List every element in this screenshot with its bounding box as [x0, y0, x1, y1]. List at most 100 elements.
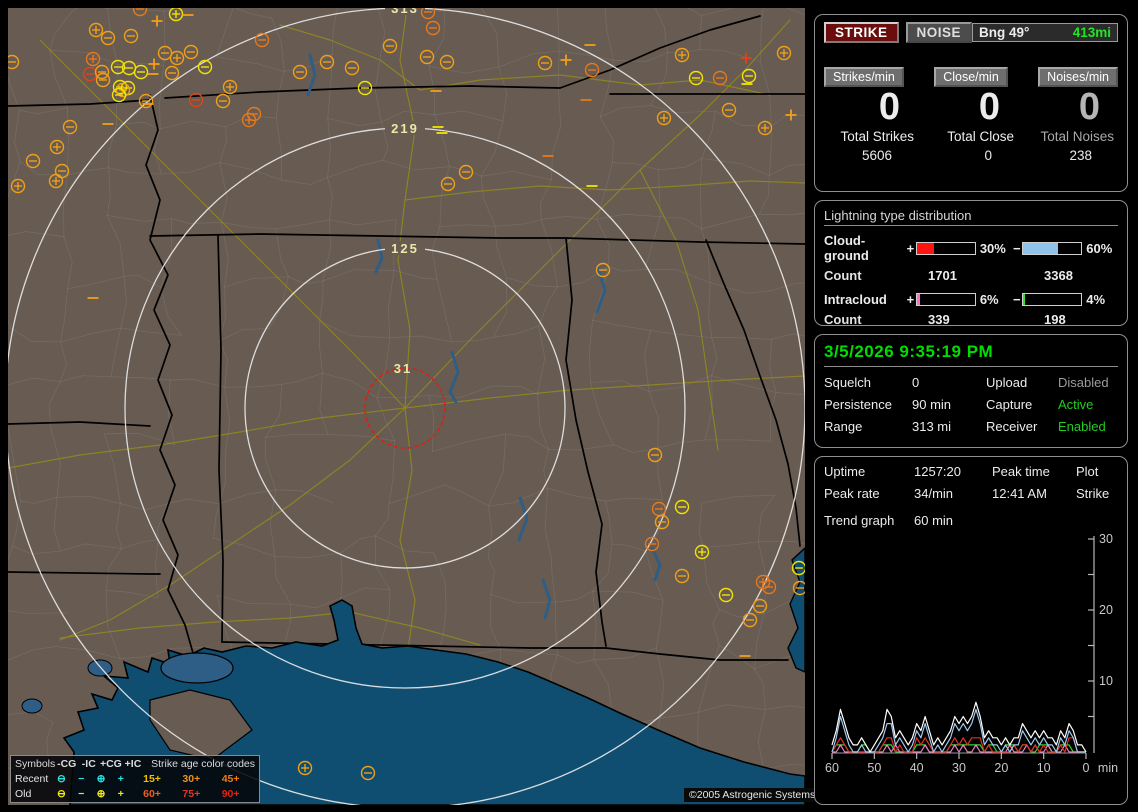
plus-sign: +: [906, 240, 915, 256]
age-code: 75+: [182, 788, 201, 800]
map-legend: Symbols -CG -IC +CG +IC Strike age color…: [10, 755, 260, 803]
noise-mode-button[interactable]: NOISE: [905, 22, 973, 43]
uptime-value: 1257:20: [914, 464, 961, 479]
ic-positive-bar: [915, 293, 976, 306]
session-panel: Uptime 1257:20 Peak time Plot Peak rate …: [814, 456, 1128, 805]
ic-positive-percent: 6%: [979, 292, 999, 307]
counters-panel: STRIKE NOISE Bng 49° 413mi Strikes/min C…: [814, 14, 1128, 192]
svg-text:min: min: [1098, 761, 1118, 775]
total-close-label: Total Close: [947, 129, 1014, 144]
total-strikes-value: 5606: [861, 148, 892, 163]
noises-per-min-button[interactable]: Noises/min: [1038, 67, 1118, 87]
noises-rate-value: 0: [1078, 86, 1100, 128]
strike-mode-button[interactable]: STRIKE: [824, 22, 899, 43]
age-code: 15+: [143, 773, 161, 785]
minus-sign: −: [1013, 240, 1021, 256]
total-noises-label: Total Noises: [1040, 129, 1114, 144]
plot-label: Plot: [1076, 464, 1099, 479]
legend-col-ic-pos: +IC: [124, 758, 142, 770]
svg-text:219: 219: [391, 121, 419, 136]
strikes-per-min-button[interactable]: Strikes/min: [824, 67, 904, 87]
persistence-value: 90 min: [912, 397, 952, 412]
svg-text:30: 30: [1099, 532, 1113, 546]
plot-mode-value: Strike: [1076, 486, 1110, 501]
app-window: { "toolbar": { "strike_label": "STRIKE",…: [0, 0, 1138, 812]
cg-negative-bar: [1022, 241, 1083, 255]
close-rate-value: 0: [978, 86, 1000, 128]
svg-text:20: 20: [994, 761, 1008, 775]
svg-text:10: 10: [1099, 674, 1113, 688]
svg-text:40: 40: [910, 761, 924, 775]
svg-text:60: 60: [825, 761, 839, 775]
cg-negative-count: 3368: [1044, 268, 1073, 283]
close-per-min-button[interactable]: Close/min: [934, 67, 1008, 87]
datetime-display: 3/5/2026 9:35:19 PM: [824, 342, 1118, 367]
svg-text:10: 10: [1037, 761, 1051, 775]
count-label: Count: [824, 312, 862, 327]
strikes-rate-value: 0: [878, 86, 900, 128]
intracloud-label: Intracloud: [824, 292, 887, 307]
radar-map[interactable]: 313 219 125 31 Symbols -CG -IC +CG +IC Stri…: [8, 8, 821, 805]
squelch-value: 0: [912, 375, 920, 390]
ic-positive-count: 339: [928, 312, 950, 327]
ic-negative-percent: 4%: [1086, 292, 1106, 307]
copyright-text: ©2005 Astrogenic Systems: [684, 788, 821, 802]
count-label: Count: [824, 268, 862, 283]
trend-graph: 10 20 30 60 50 40 30 20 10 0 min: [825, 532, 1118, 775]
upload-label: Upload: [986, 375, 1028, 390]
receiver-label: Receiver: [986, 419, 1038, 434]
range-label: Range: [824, 419, 863, 434]
bearing-range: 413mi: [1072, 25, 1112, 40]
status-panel: 3/5/2026 9:35:19 PM Squelch 0 Upload Dis…: [814, 334, 1128, 448]
legend-title: Symbols: [15, 758, 56, 770]
ic-negative-count: 198: [1044, 312, 1066, 327]
svg-text:125: 125: [391, 241, 419, 256]
receiver-status: Enabled: [1058, 419, 1106, 434]
peak-time-label: Peak time: [992, 464, 1050, 479]
age-code: 45+: [221, 773, 240, 785]
bearing-label: Bng 49°: [979, 25, 1030, 40]
map-canvas: 313 219 125 31: [8, 8, 805, 805]
ic-pos-symbol-icon: +: [117, 773, 124, 785]
cg-neg-symbol-icon: ⊖: [56, 773, 66, 785]
legend-row-label: Recent: [15, 773, 49, 785]
total-strikes-label: Total Strikes: [840, 129, 914, 144]
svg-text:30: 30: [952, 761, 966, 775]
cloud-ground-label: Cloud-ground: [824, 233, 869, 263]
total-noises-value: 238: [1069, 148, 1092, 163]
trend-graph-label: Trend graph: [824, 513, 895, 528]
svg-text:0: 0: [1083, 761, 1090, 775]
legend-col-cg-pos: +CG: [99, 758, 122, 770]
legend-col-cg-neg: -CG: [57, 758, 77, 770]
peak-time-value: 12:41 AM: [992, 486, 1047, 501]
peak-rate-value: 34/min: [914, 486, 954, 501]
plus-sign: +: [906, 292, 915, 307]
svg-text:31: 31: [394, 361, 412, 376]
minus-sign: −: [1013, 292, 1021, 307]
svg-text:313: 313: [391, 8, 419, 16]
range-value: 313 mi: [912, 419, 952, 434]
uptime-label: Uptime: [824, 464, 866, 479]
trend-window-value: 60 min: [914, 513, 954, 528]
upload-status: Disabled: [1058, 375, 1109, 390]
cg-positive-percent: 30%: [979, 240, 1006, 256]
age-code: 30+: [182, 773, 201, 785]
total-close-value: 0: [984, 148, 992, 163]
cg-positive-bar: [915, 241, 976, 255]
capture-label: Capture: [986, 397, 1033, 412]
cg-pos-symbol-icon: ⊕: [96, 788, 106, 800]
legend-row-label: Old: [15, 788, 32, 800]
persistence-label: Persistence: [824, 397, 892, 412]
legend-age-header: Strike age color codes: [151, 758, 255, 770]
age-code: 60+: [143, 788, 161, 800]
ic-neg-symbol-icon: −: [78, 773, 85, 785]
peak-rate-label: Peak rate: [824, 486, 880, 501]
bearing-readout: Bng 49° 413mi: [972, 23, 1119, 42]
cg-negative-percent: 60%: [1086, 240, 1113, 256]
ic-neg-symbol-icon: −: [78, 788, 85, 800]
distribution-title: Lightning type distribution: [824, 208, 1118, 226]
age-code: 90+: [221, 788, 240, 800]
legend-col-ic-neg: -IC: [81, 758, 96, 770]
cg-neg-symbol-icon: ⊖: [56, 788, 66, 800]
ic-pos-symbol-icon: +: [117, 788, 124, 800]
